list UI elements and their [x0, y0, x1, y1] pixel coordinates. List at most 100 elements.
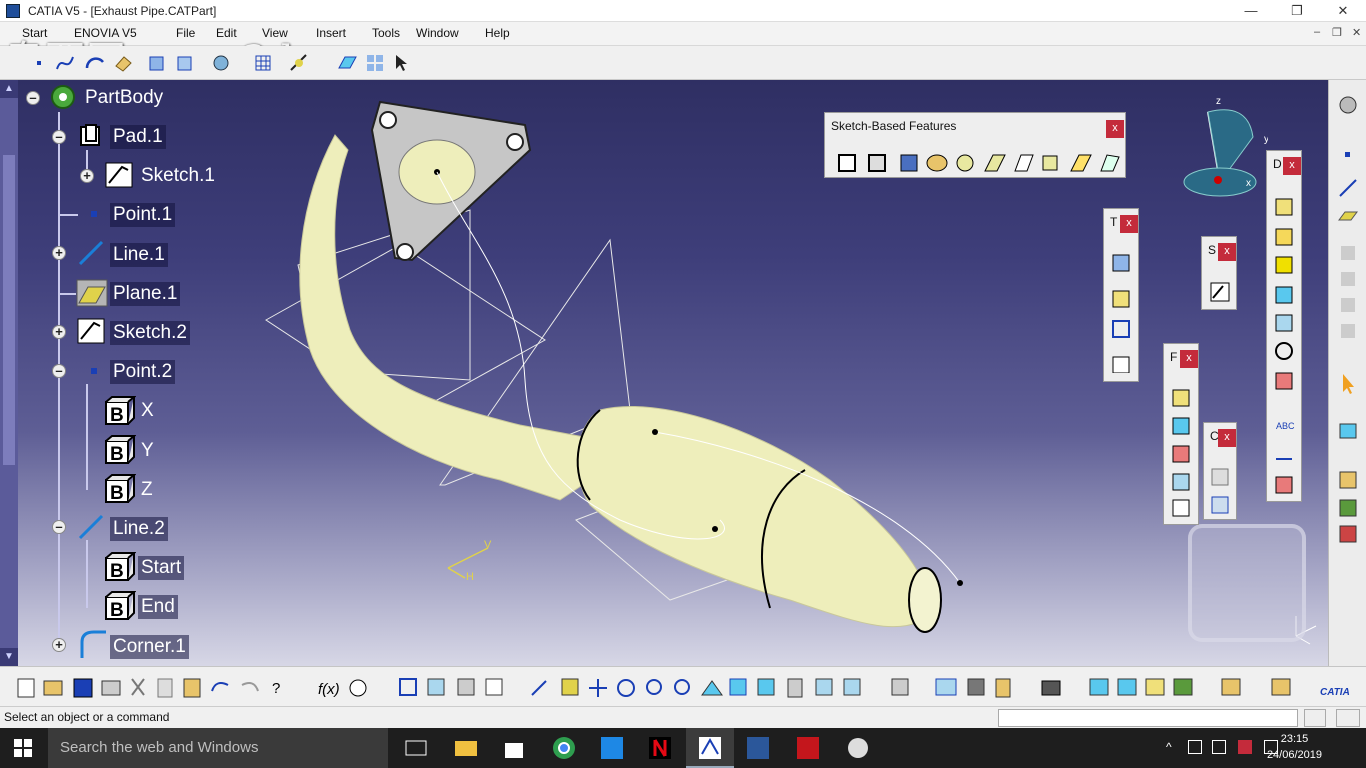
shell-tool-icon — [1172, 473, 1190, 491]
right-tools[interactable] — [1337, 94, 1359, 554]
sketch-based-close-button[interactable]: x — [1106, 120, 1124, 138]
task-view-icon[interactable] — [404, 738, 428, 758]
tree-scrollbar[interactable]: ▲ ▼ — [0, 80, 18, 666]
netflix-icon[interactable] — [648, 736, 672, 760]
tree-item-plane1[interactable]: Plane.1 — [110, 282, 181, 306]
minimize-button[interactable]: — — [1228, 0, 1274, 22]
standard-tools[interactable]: ? f(x) — [16, 675, 1356, 701]
tree-item-pad1[interactable]: Pad.1 — [110, 125, 166, 149]
tree-item-corner1[interactable]: Corner.1 — [110, 635, 189, 659]
catalog-tool-icon[interactable] — [210, 52, 232, 74]
close-button[interactable]: ✕ — [1320, 0, 1366, 22]
reference-tools[interactable]: ABC — [1274, 197, 1296, 497]
axis-system-tool-icon — [1275, 314, 1293, 332]
reference-toolbar[interactable]: D x ABC — [1266, 150, 1302, 502]
maximize-button[interactable]: ❐ — [1274, 0, 1320, 22]
constraints-close-button[interactable]: x — [1218, 429, 1236, 447]
point-tool-icon[interactable] — [28, 52, 50, 74]
open-icon — [43, 680, 63, 696]
dressup-toolbar[interactable]: F x — [1163, 343, 1199, 525]
tree-item-start[interactable]: Start — [138, 556, 185, 580]
clock-time: 23:15 — [1280, 733, 1309, 745]
acrobat-icon[interactable] — [796, 736, 820, 760]
tree-item-y[interactable]: Y — [138, 439, 157, 463]
reference-close-button[interactable]: x — [1283, 157, 1301, 175]
sketcher-toolbar[interactable]: S x — [1201, 236, 1237, 310]
tree-item-sketch2[interactable]: Sketch.2 — [110, 321, 190, 345]
dressup-tools[interactable] — [1171, 388, 1193, 518]
arc-tool-icon[interactable] — [84, 52, 106, 74]
tree-scroll-down[interactable]: ▼ — [0, 648, 18, 666]
status-message: Select an object or a command — [4, 710, 170, 724]
expand-corner1-toggle[interactable]: + — [52, 638, 66, 652]
tree-item-sketch1[interactable]: Sketch.1 — [138, 164, 218, 188]
chrome-icon[interactable] — [552, 736, 576, 760]
windows-start-icon[interactable] — [14, 739, 32, 757]
expand-line2-toggle[interactable]: – — [52, 520, 66, 534]
knowledge-icon — [349, 679, 367, 697]
eraser-tool-icon[interactable] — [112, 52, 134, 74]
measure-item-icon[interactable] — [174, 52, 196, 74]
analysis-tool-icon[interactable] — [288, 52, 310, 74]
sketcher-close-button[interactable]: x — [1218, 243, 1236, 261]
tree-item-line1[interactable]: Line.1 — [110, 243, 168, 267]
sketch-based-tools[interactable] — [835, 151, 1125, 175]
undo-icon — [211, 682, 229, 692]
battery-icon[interactable] — [1212, 740, 1226, 754]
shading-icon — [787, 678, 803, 698]
tree-item-point2[interactable]: Point.2 — [110, 360, 176, 384]
tree-scroll-thumb[interactable] — [3, 155, 15, 465]
expand-line1-toggle[interactable]: + — [52, 246, 66, 260]
sketch-tool-icon[interactable] — [1209, 281, 1231, 303]
transformation-toolbar[interactable]: T x — [1103, 208, 1139, 382]
tree-item-line2[interactable]: Line.2 — [110, 517, 168, 541]
tree-item-point1[interactable]: Point.1 — [110, 203, 176, 227]
sketch-based-features-toolbar[interactable]: Sketch-Based Features x — [824, 112, 1126, 178]
volume-icon[interactable] — [1188, 740, 1202, 754]
compass-icon[interactable]: z y x — [1178, 92, 1268, 212]
expand-pad1-toggle[interactable]: – — [52, 130, 66, 144]
apply-material-icon — [1089, 678, 1109, 696]
reference-title: D — [1273, 157, 1282, 171]
tree-item-partbody[interactable]: PartBody — [82, 86, 166, 110]
tree-item-z[interactable]: Z — [138, 478, 156, 502]
expand-sketch2-toggle[interactable]: + — [52, 325, 66, 339]
expand-point2-toggle[interactable]: – — [52, 364, 66, 378]
command-button-2[interactable] — [1336, 709, 1360, 727]
tray-chevron-icon[interactable]: ^ — [1166, 740, 1172, 754]
sew-surface-tool-icon — [1275, 286, 1293, 304]
tree-item-end[interactable]: End — [138, 595, 178, 619]
constraints-tools[interactable] — [1210, 467, 1232, 517]
table-tool-icon[interactable] — [252, 52, 274, 74]
plane-tool-icon[interactable] — [336, 52, 358, 74]
dressup-close-button[interactable]: x — [1180, 350, 1198, 368]
network-icon[interactable] — [1238, 740, 1252, 754]
command-button-1[interactable] — [1304, 709, 1326, 727]
whats-this-icon[interactable] — [392, 52, 414, 74]
command-input[interactable] — [998, 709, 1298, 727]
transformation-tools[interactable] — [1110, 253, 1134, 373]
spline-tool-icon[interactable] — [54, 52, 76, 74]
constraints-toolbar[interactable]: C x — [1203, 422, 1237, 520]
settings-icon — [1339, 96, 1357, 114]
mdi-restore-button[interactable]: ❐ — [1332, 26, 1342, 39]
taskbar-clock[interactable]: 23:15 24/06/2019 — [1267, 731, 1322, 763]
sync-icon[interactable] — [600, 736, 624, 760]
expand-partbody-toggle[interactable]: – — [26, 91, 40, 105]
measure-inertia-icon — [995, 678, 1011, 698]
file-explorer-icon[interactable] — [454, 738, 478, 758]
taskbar-search[interactable]: Search the web and Windows — [48, 728, 388, 768]
menu-help[interactable]: Help — [485, 26, 510, 40]
store-icon[interactable] — [502, 736, 526, 760]
mdi-close-button[interactable]: ✕ — [1352, 26, 1361, 39]
grid-tool-icon[interactable] — [364, 52, 386, 74]
tree-item-x[interactable]: X — [138, 399, 157, 423]
transformation-close-button[interactable]: x — [1120, 215, 1138, 233]
new-icon — [17, 678, 35, 698]
mdi-minimize-button[interactable]: – — [1314, 26, 1320, 38]
tree-scroll-up[interactable]: ▲ — [0, 80, 18, 98]
word-icon[interactable] — [746, 736, 770, 760]
paint-icon[interactable] — [846, 736, 870, 760]
expand-sketch1-toggle[interactable]: + — [80, 169, 94, 183]
measure-tool-icon[interactable] — [146, 52, 168, 74]
